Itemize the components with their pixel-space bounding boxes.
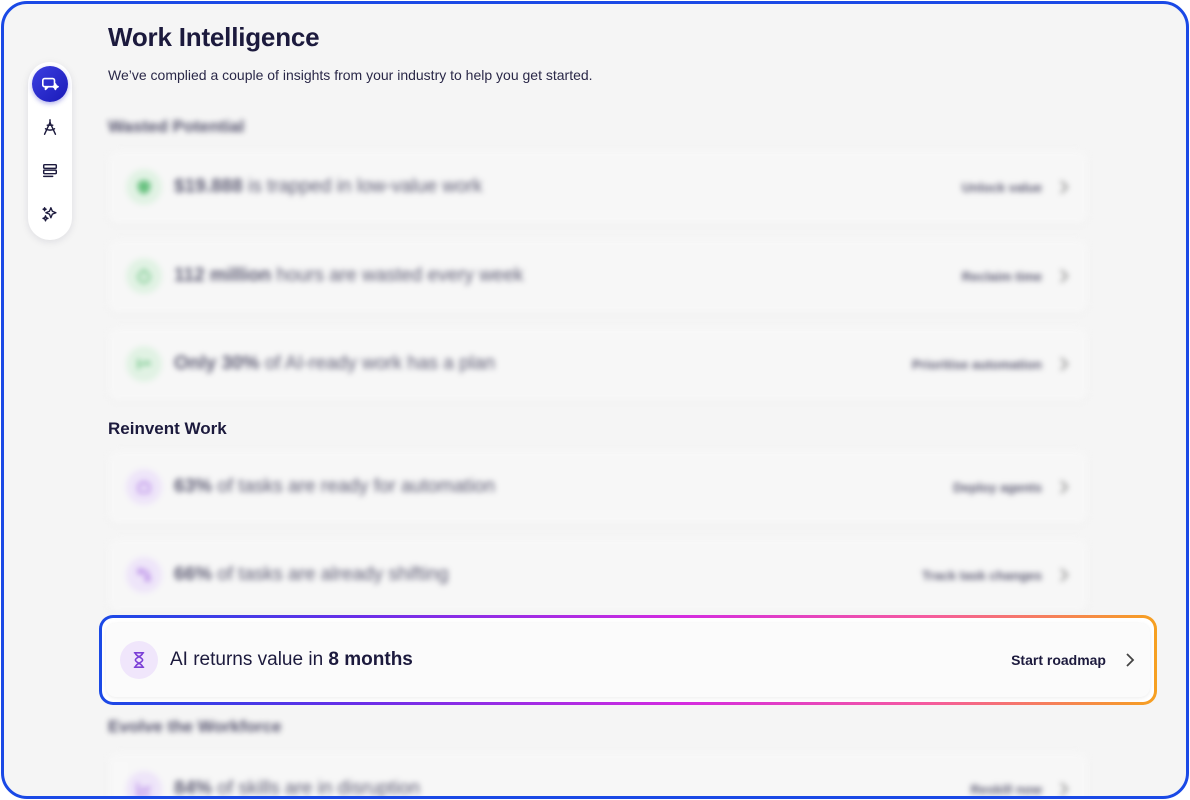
timer-icon: [137, 268, 151, 284]
stack-icon: [42, 163, 58, 177]
card-action[interactable]: Deploy agents: [953, 479, 1070, 495]
section-title-wasted: Wasted Potential: [108, 117, 245, 136]
app-frame: Work Intelligence We’ve complied a coupl…: [1, 1, 1189, 799]
chevron-right-icon: [1060, 480, 1069, 494]
card-text: 84% of skills are in disruption: [174, 778, 421, 799]
chevron-right-icon: [1060, 180, 1069, 194]
shield-icon: [137, 179, 151, 195]
page-subtitle: We’ve complied a couple of insights from…: [108, 67, 593, 83]
rail-button-ai[interactable]: [32, 197, 68, 233]
robot-icon: [137, 480, 151, 494]
chevron-right-icon: [1060, 269, 1069, 283]
chevron-right-icon: [1060, 782, 1069, 796]
card-text: AI returns value in 8 months: [170, 649, 413, 670]
card-action[interactable]: Unlock value: [962, 179, 1070, 195]
hourglass-icon: [133, 651, 145, 669]
card-icon: [126, 469, 162, 505]
card-action[interactable]: Reclaim time: [962, 268, 1070, 284]
insight-card-low-value[interactable]: $19.888 is trapped in low-value work Unl…: [108, 150, 1088, 224]
section-title-reinvent: Reinvent Work: [108, 419, 227, 438]
rail-button-insights[interactable]: [32, 66, 68, 102]
card-text: 66% of tasks are already shifting: [174, 564, 449, 585]
card-text: 112 million hours are wasted every week: [174, 265, 524, 286]
card-action[interactable]: Prioritise automation: [912, 356, 1070, 372]
card-text: 63% of tasks are ready for automation: [174, 476, 496, 497]
start-roadmap-button[interactable]: Start roadmap: [1011, 652, 1136, 668]
arrow-icon: [137, 358, 152, 370]
chevron-right-icon: [1060, 357, 1069, 371]
insight-card-ai-plan[interactable]: Only 30% of AI-ready work has a plan Pri…: [108, 327, 1088, 401]
page-title: Work Intelligence: [108, 22, 320, 52]
card-text: $19.888 is trapped in low-value work: [174, 176, 483, 197]
insight-card-hours-wasted[interactable]: 112 million hours are wasted every week …: [108, 239, 1088, 313]
compass-pen-icon: [43, 119, 57, 136]
insight-card-skills[interactable]: 84% of skills are in disruption Reskill …: [108, 752, 1088, 799]
section-title-evolve: Evolve the Workforce: [108, 717, 282, 736]
sparkles-icon: [42, 207, 57, 222]
card-action[interactable]: Reskill now: [970, 781, 1070, 796]
chart-icon: [136, 782, 152, 796]
card-icon: [126, 258, 162, 294]
chevron-right-icon: [1060, 568, 1069, 582]
rail-button-design[interactable]: [32, 110, 68, 146]
card-icon: [126, 346, 162, 382]
insight-card-automation[interactable]: 63% of tasks are ready for automation De…: [108, 450, 1088, 524]
card-text: Only 30% of AI-ready work has a plan: [174, 353, 496, 374]
highlight-border: AI returns value in 8 months Start roadm…: [99, 615, 1157, 705]
card-icon: [120, 641, 158, 679]
card-icon: [126, 169, 162, 205]
chevron-right-icon: [1126, 653, 1135, 667]
card-icon: [126, 557, 162, 593]
rail-button-stack[interactable]: [32, 153, 68, 189]
insight-card-shifting[interactable]: 66% of tasks are already shifting Track …: [108, 538, 1088, 612]
side-rail: [28, 62, 72, 240]
card-action[interactable]: Track task changes: [922, 567, 1070, 583]
chat-sparkle-icon: [41, 77, 59, 90]
shift-icon: [137, 568, 151, 582]
insight-card-ai-returns[interactable]: AI returns value in 8 months Start roadm…: [106, 623, 1150, 697]
card-icon: [126, 771, 162, 796]
